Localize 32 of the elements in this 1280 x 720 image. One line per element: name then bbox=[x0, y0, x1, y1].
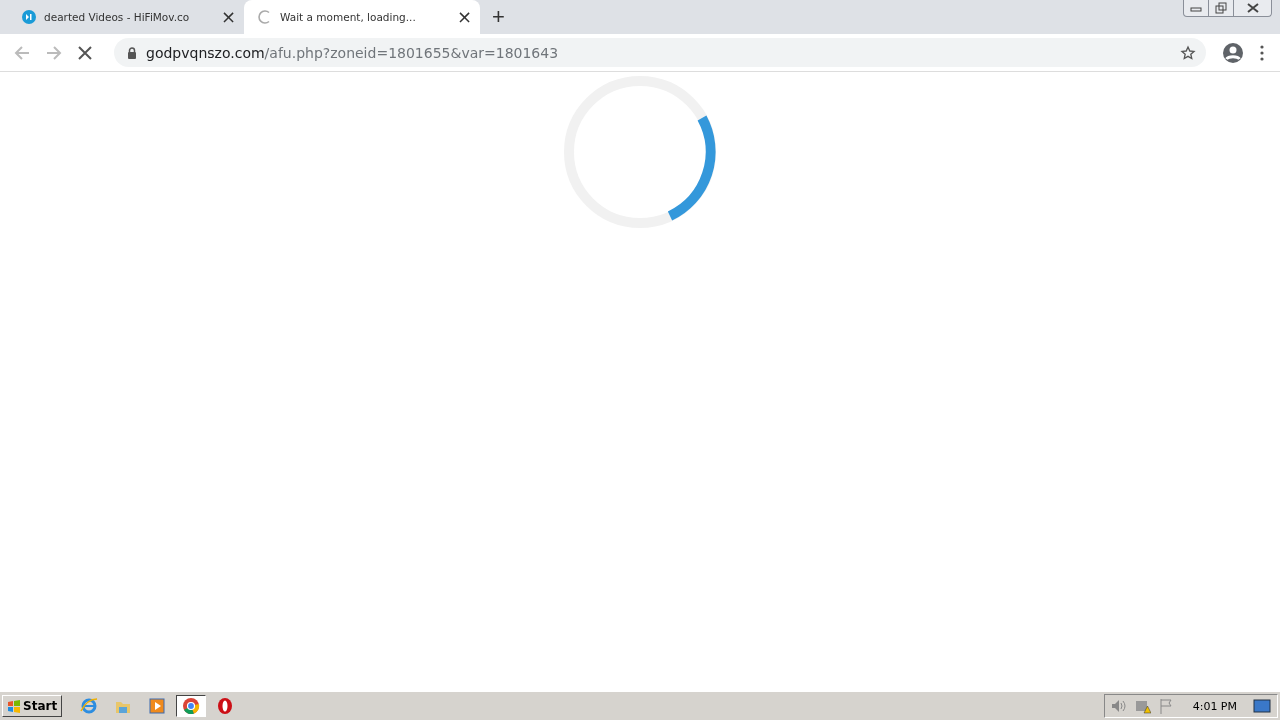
taskbar-button[interactable] bbox=[176, 695, 207, 717]
ie-icon bbox=[80, 697, 99, 715]
lock-icon bbox=[127, 46, 137, 59]
windows-logo-icon bbox=[7, 699, 21, 713]
clock[interactable]: 4:01 PM bbox=[1192, 699, 1237, 713]
speaker-icon[interactable] bbox=[1110, 699, 1127, 713]
tab-title: dearted Videos - HiFiMov.co bbox=[44, 11, 191, 23]
account-icon[interactable] bbox=[1222, 41, 1244, 64]
media-player-icon bbox=[148, 697, 167, 715]
url-host: godpvqnszo.com bbox=[146, 44, 265, 61]
browser-tab[interactable]: Wait a moment, loading... × bbox=[244, 0, 480, 34]
tab-close-button[interactable]: × bbox=[454, 9, 474, 25]
tab-close-button[interactable]: × bbox=[218, 9, 238, 25]
stop-icon[interactable] bbox=[78, 45, 92, 60]
browser-tab[interactable]: dearted Videos - HiFiMov.co × bbox=[8, 0, 244, 34]
new-tab-button[interactable]: + bbox=[488, 6, 509, 28]
site-icon bbox=[22, 10, 36, 24]
loading-icon bbox=[258, 10, 272, 24]
minimize-icon bbox=[1190, 4, 1202, 12]
show-desktop-icon[interactable] bbox=[1253, 699, 1271, 713]
opera-icon bbox=[216, 697, 235, 715]
url-path: /afu.php?zoneid=1801655&var=1801643 bbox=[264, 44, 559, 61]
chrome-icon bbox=[182, 697, 201, 715]
close-icon bbox=[1245, 3, 1260, 13]
menu-icon[interactable] bbox=[1260, 44, 1264, 61]
network-warning-icon[interactable] bbox=[1134, 698, 1151, 714]
address-field[interactable]: godpvqnszo.com/afu.php?zoneid=1801655&var=1801643 bbox=[114, 38, 1206, 67]
tab-title: Wait a moment, loading... bbox=[280, 11, 417, 23]
loading-spinner-icon bbox=[562, 74, 718, 230]
restore-icon bbox=[1215, 2, 1227, 14]
star-icon[interactable] bbox=[1180, 44, 1196, 61]
start-button[interactable]: Start bbox=[2, 695, 63, 717]
